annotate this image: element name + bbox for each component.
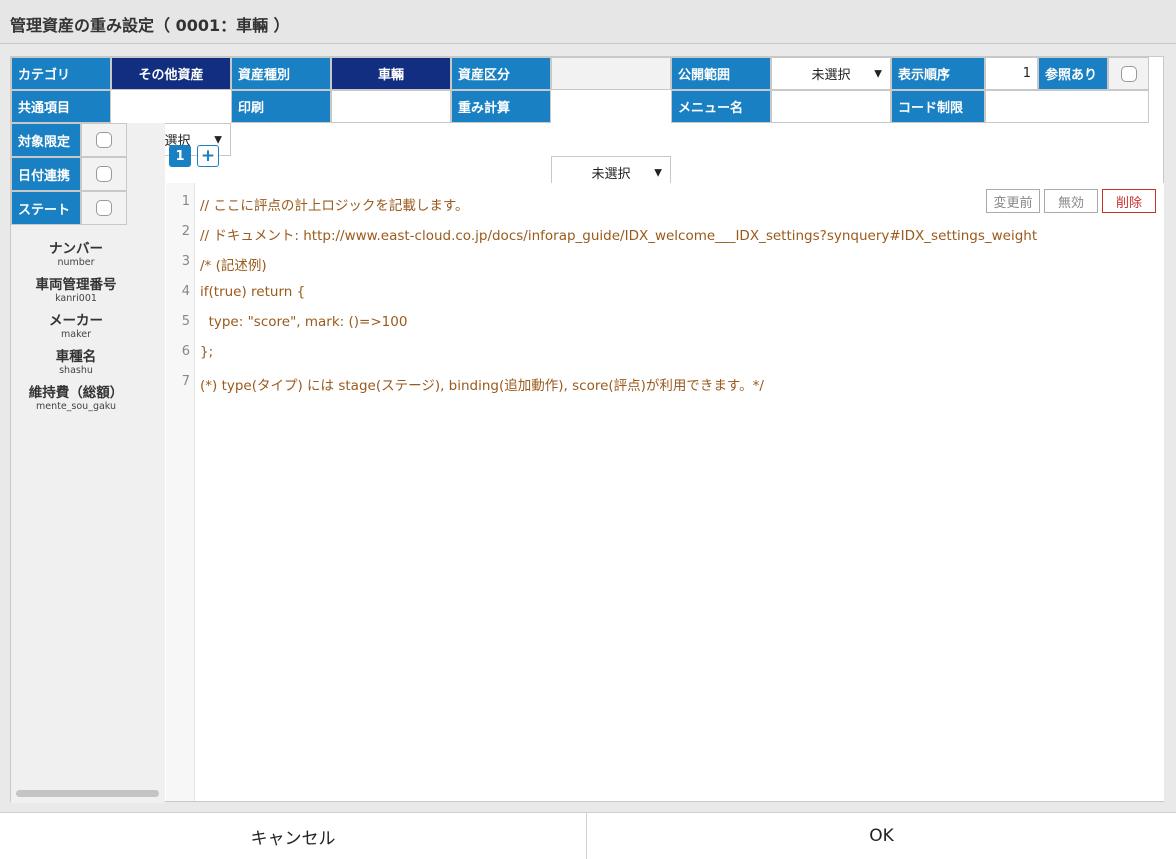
cancel-button[interactable]: キャンセル (0, 813, 586, 859)
state-checkbox[interactable] (96, 200, 112, 216)
publish-scope-select[interactable]: 未選択 ▼ (771, 57, 891, 90)
field-item[interactable]: 車両管理番号 kanri001 (11, 277, 141, 305)
line-number-gutter: 1 2 3 4 5 6 7 (166, 183, 195, 801)
line-number: 7 (181, 374, 190, 389)
field-name: 車両管理番号 (35, 277, 117, 293)
asset-type-value: 車輛 (331, 57, 451, 90)
reference-checkbox[interactable] (1120, 65, 1137, 82)
code-limit-input[interactable] (985, 90, 1149, 123)
date-link-checkbox-cell (81, 157, 127, 191)
before-change-button[interactable]: 変更前 (986, 189, 1040, 213)
line-number: 5 (181, 314, 190, 329)
asset-class-value (551, 57, 671, 90)
common-item-label: 共通項目 (11, 90, 111, 123)
target-limit-checkbox-cell (81, 123, 127, 157)
window-title: 管理資産の重み設定（ 0001：車輛 ） (10, 16, 290, 35)
category-label: カテゴリ (11, 57, 111, 90)
delete-button[interactable]: 削除 (1102, 189, 1156, 213)
state-label: ステート (11, 191, 81, 225)
target-limit-checkbox[interactable] (96, 132, 112, 148)
code-line: // ドキュメント: http://www.east-cloud.co.jp/d… (200, 228, 1038, 244)
reference-checkbox-cell (1108, 57, 1149, 90)
sidebar-horizontal-scrollbar[interactable] (16, 790, 159, 797)
date-link-label: 日付連携 (11, 157, 81, 191)
field-item[interactable]: ナンバー number (11, 241, 141, 269)
field-sidebar: 対象限定 日付連携 ステート ナンバー number 車両管理番号 kanri0… (11, 123, 165, 803)
add-tab-button[interactable]: + (197, 145, 219, 167)
code-line: }; (200, 344, 214, 360)
menu-name-input[interactable] (771, 90, 891, 123)
dropdown-arrow-icon: ▼ (874, 68, 882, 79)
publish-scope-label: 公開範囲 (671, 57, 771, 90)
state-checkbox-cell (81, 191, 127, 225)
field-name: 維持費（総額） (28, 385, 124, 401)
asset-class-label: 資産区分 (451, 57, 551, 90)
weight-calc-label: 重み計算 (451, 90, 551, 123)
target-limit-label: 対象限定 (11, 123, 81, 157)
code-line: (*) type(タイプ) には stage(ステージ), binding(追加… (200, 378, 764, 394)
reference-label: 参照あり (1038, 57, 1108, 90)
category-value: その他資産 (111, 57, 231, 90)
weight-calc-selected: 未選択 (591, 167, 631, 182)
field-key: number (57, 257, 95, 268)
code-editor[interactable]: 1 2 3 4 5 6 7 // ここに評点の計上ロジックを記載します。 // … (166, 183, 1164, 801)
field-name: ナンバー (49, 241, 103, 257)
dialog-content: カテゴリ その他資産 資産種別 車輛 資産区分 公開範囲 未選択 ▼ 表示順序 … (10, 56, 1164, 803)
line-number: 2 (181, 224, 190, 239)
field-key: mente_sou_gaku (35, 401, 117, 412)
line-number: 6 (181, 344, 190, 359)
display-order-input[interactable]: 1 (985, 57, 1038, 90)
field-name: 車種名 (55, 349, 97, 365)
ok-button[interactable]: OK (587, 813, 1176, 859)
code-line: type: "score", mark: ()=>100 (200, 314, 408, 330)
field-key: kanri001 (55, 293, 97, 304)
code-limit-label: コード制限 (891, 90, 985, 123)
line-number: 4 (181, 284, 190, 299)
code-line: // ここに評点の計上ロジックを記載します。 (200, 198, 469, 214)
field-item[interactable]: メーカー maker (11, 313, 141, 341)
line-number: 3 (181, 254, 190, 269)
line-number: 1 (181, 194, 190, 209)
code-line: /* (記述例) (200, 258, 267, 274)
field-item[interactable]: 車種名 shashu (11, 349, 141, 377)
date-link-checkbox[interactable] (96, 166, 112, 182)
dialog-footer: キャンセル OK (0, 812, 1176, 859)
field-key: maker (61, 329, 91, 340)
print-input[interactable] (331, 90, 451, 123)
print-label: 印刷 (231, 90, 331, 123)
dropdown-arrow-icon: ▼ (654, 167, 662, 178)
code-line: if(true) return { (200, 284, 306, 300)
field-name: メーカー (49, 313, 103, 329)
field-key: shashu (59, 365, 93, 376)
dropdown-arrow-icon: ▼ (214, 134, 222, 145)
script-tab-1[interactable]: 1 (169, 145, 191, 167)
menu-name-label: メニュー名 (671, 90, 771, 123)
disable-button[interactable]: 無効 (1044, 189, 1098, 213)
title-bar: 管理資産の重み設定（ 0001：車輛 ） (0, 0, 1176, 44)
display-order-label: 表示順序 (891, 57, 985, 90)
field-item[interactable]: 維持費（総額） mente_sou_gaku (11, 385, 141, 413)
publish-scope-selected: 未選択 (811, 68, 851, 83)
asset-type-label: 資産種別 (231, 57, 331, 90)
